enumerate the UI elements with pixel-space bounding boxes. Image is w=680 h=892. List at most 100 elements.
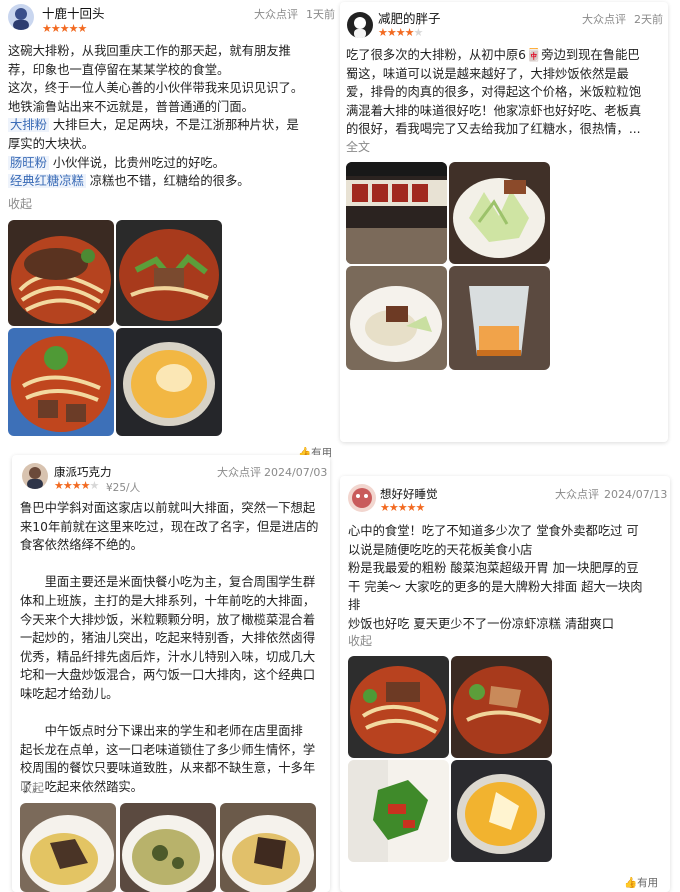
- review-line: 体和上班族，主打的是大排系列，十年前吃的大排面，: [20, 593, 316, 608]
- user-avatar[interactable]: [346, 11, 374, 39]
- review-card-1: 十鹿十回头 ★★★★★ 大众点评 1天前 这碗大排粉，从我回重庆工作的那天起，就…: [0, 0, 340, 448]
- dish-tag[interactable]: 大排粉: [8, 118, 49, 133]
- egg-custard-photo[interactable]: [451, 760, 552, 862]
- rating-stars: ★★★★★: [380, 499, 426, 518]
- review-line: 满混着大排的味道很好吃！他家凉虾也好好吃、老板真: [346, 103, 642, 118]
- review-line: 的很好，看我喝完了又去给我加了红糖水，很热情，...: [346, 122, 641, 137]
- star-icon: ★: [77, 22, 88, 35]
- useful-button[interactable]: 👍有用: [624, 874, 658, 892]
- review-line: 了，吃起来依然踏实。: [20, 779, 143, 794]
- review-line: 心中的食堂！吃了不知道多少次了 堂食外卖都吃过 可: [348, 524, 639, 538]
- review-card-4: 想好好睡觉 ★★★★★ 大众点评 2024/07/13 心中的食堂！吃了不知道多…: [340, 476, 670, 892]
- user-avatar[interactable]: [348, 484, 376, 512]
- noodle-pork-bowl-photo[interactable]: [348, 656, 449, 758]
- fried-rice-pork-photo[interactable]: [220, 803, 316, 892]
- price-per-person: ¥25/人: [106, 482, 141, 494]
- noodle-with-pork-photo[interactable]: [8, 220, 114, 326]
- review-line: 味吃起才给劲儿。: [20, 686, 119, 701]
- review-source: 大众点评: [555, 488, 599, 501]
- review-card-2: 减肥的胖子 ★★★★★ 大众点评 2天前 吃了很多次的大排粉，从初中原6🀄旁边到…: [340, 2, 668, 442]
- rating-stars: ★★★★★: [54, 477, 100, 496]
- review-text: 这碗大排粉，从我回重庆工作的那天起，就有朋友推 荐，印象也一直停留在某某学校的食…: [8, 42, 303, 191]
- review-line: 凉糕也不错，红糖给的很多。: [85, 174, 250, 189]
- review-line: 起长龙在点单，这一口老味道锁住了多少师生情怀，学: [20, 742, 316, 757]
- review-line: 一起炒的，猪油儿突出，吃起来特别香，大排依然卤得: [20, 631, 316, 646]
- star-icon: ★: [415, 501, 426, 514]
- star-icon: ★: [378, 26, 388, 39]
- collapse-link[interactable]: 收起: [348, 632, 372, 651]
- review-line: 粉是我最爱的粗粉 酸菜泡菜超级开胃 加一块肥厚的豆: [348, 561, 639, 576]
- review-line: [20, 555, 318, 574]
- dish-tag[interactable]: 经典红糖凉糕: [8, 174, 86, 189]
- star-icon: ★: [80, 479, 91, 492]
- review-line: 厚实的大块状。: [8, 136, 95, 151]
- noodle-with-herbs-photo[interactable]: [8, 328, 114, 436]
- review-line: 大排巨大，足足两块，不是江浙那种片状，是: [48, 118, 299, 133]
- review-line: 这碗大排粉，从我回重庆工作的那天起，就有朋友推: [8, 44, 291, 58]
- expand-link[interactable]: 全文: [346, 138, 370, 157]
- rating-stars: ★★★★★: [42, 20, 88, 39]
- review-line: 干 完美～ 大家吃的更多的是大牌粉大排面 超大一块肉: [348, 579, 643, 594]
- review-line: 爱，排骨的肉真的很多，对得起这个价格，米饭粒粒饱: [346, 85, 642, 100]
- star-icon: ★: [395, 26, 406, 39]
- cold-shrimp-cup-photo[interactable]: [449, 266, 550, 370]
- review-line: 荐，印象也一直停留在某某学校的食堂。: [8, 62, 230, 77]
- review-line: 以说是随便吃吃的天花板美食小店: [348, 542, 533, 557]
- star-icon: ★: [89, 479, 100, 492]
- rice-plate-photo[interactable]: [346, 266, 447, 370]
- star-icon: ★: [71, 479, 82, 492]
- collapse-link[interactable]: 收起: [20, 779, 44, 798]
- review-line: 食客依然络绎不绝的。: [20, 538, 143, 553]
- user-avatar[interactable]: [22, 463, 48, 489]
- review-line: 校周围的餐饮只要味道致胜，从来都不缺生意，十多年: [20, 761, 316, 776]
- review-line: 优秀，精品纤排先卤后炸，汁水儿特别入味，切成几大: [20, 649, 316, 664]
- review-line: 排: [348, 598, 361, 613]
- review-time: 1天前: [306, 8, 335, 21]
- shop-counter-photo[interactable]: [346, 162, 447, 264]
- review-source: 大众点评: [217, 466, 261, 479]
- review-line: [20, 704, 318, 723]
- review-text: 吃了很多次的大排粉，从初中原6🀄旁边到现在鲁能巴 蜀这，味道可以说是越来越好了，…: [346, 46, 641, 139]
- dish-tag[interactable]: 肠旺粉: [8, 155, 49, 170]
- review-line: 今天来个大排炒饭，米粒颗颗分明，放了橄榄菜混合着: [20, 612, 316, 627]
- rating-stars: ★★★★★: [378, 24, 424, 43]
- star-icon: ★: [68, 22, 79, 35]
- review-line: 中午饭点时分下课出来的学生和老师在店里面排: [20, 724, 303, 739]
- user-avatar[interactable]: [8, 4, 34, 30]
- star-icon: ★: [54, 479, 64, 492]
- review-line: 这次，终于一位人美心善的小伙伴带我来见识见识了。: [8, 81, 304, 96]
- star-icon: ★: [406, 501, 417, 514]
- review-source: 大众点评: [582, 13, 626, 26]
- review-time: 2024/07/03: [264, 466, 328, 479]
- review-time: 2024/07/13: [604, 488, 668, 501]
- cabbage-plate-photo[interactable]: [449, 162, 550, 264]
- star-icon: ★: [380, 501, 390, 514]
- review-line: 炒饭也好吃 夏天更少不了一份凉虾凉糕 清甜爽口: [348, 616, 615, 631]
- review-line: 蜀这，味道可以说是越来越好了，大排炒饭依然是最: [346, 66, 629, 81]
- star-icon: ★: [59, 22, 70, 35]
- thumbs-up-icon: 👍: [624, 877, 638, 889]
- fried-rice-greens-photo[interactable]: [120, 803, 216, 892]
- star-icon: ★: [404, 26, 415, 39]
- collapse-link[interactable]: 收起: [8, 195, 32, 214]
- star-icon: ★: [386, 26, 397, 39]
- egg-pudding-photo[interactable]: [116, 328, 222, 436]
- review-line: 鲁巴中学斜对面这家店以前就叫大排面，突然一下想起: [20, 501, 316, 515]
- star-icon: ★: [62, 479, 73, 492]
- review-card-3: 康派巧克力 ★★★★★ ¥25/人 大众点评 2024/07/03 鲁巴中学斜对…: [12, 455, 330, 892]
- review-line: 来10年前就在这里来吃过，现在改了名字，但是进店的: [20, 519, 319, 534]
- review-line: 坨和一大盘炒饭混合，两勺饭一口大排肉，这个经典口: [20, 668, 316, 683]
- star-icon: ★: [42, 22, 52, 35]
- review-source: 大众点评: [254, 8, 298, 21]
- fried-rice-plate-photo[interactable]: [20, 803, 116, 892]
- star-icon: ★: [388, 501, 399, 514]
- review-line: 地铁渝鲁站出来不远就是，普普通通的门面。: [8, 99, 254, 114]
- star-icon: ★: [50, 22, 61, 35]
- star-icon: ★: [413, 26, 424, 39]
- stir-fry-veg-photo[interactable]: [348, 760, 449, 862]
- review-text: 鲁巴中学斜对面这家店以前就叫大排面，突然一下想起 来10年前就在这里来吃过，现在…: [20, 499, 318, 797]
- spicy-noodle-photo[interactable]: [116, 220, 222, 326]
- review-line: 里面主要还是米面快餐小吃为主，复合周围学生群: [20, 575, 316, 590]
- beef-noodle-photo[interactable]: [451, 656, 552, 758]
- review-line: 小伙伴说，比贵州吃过的好吃。: [48, 155, 225, 170]
